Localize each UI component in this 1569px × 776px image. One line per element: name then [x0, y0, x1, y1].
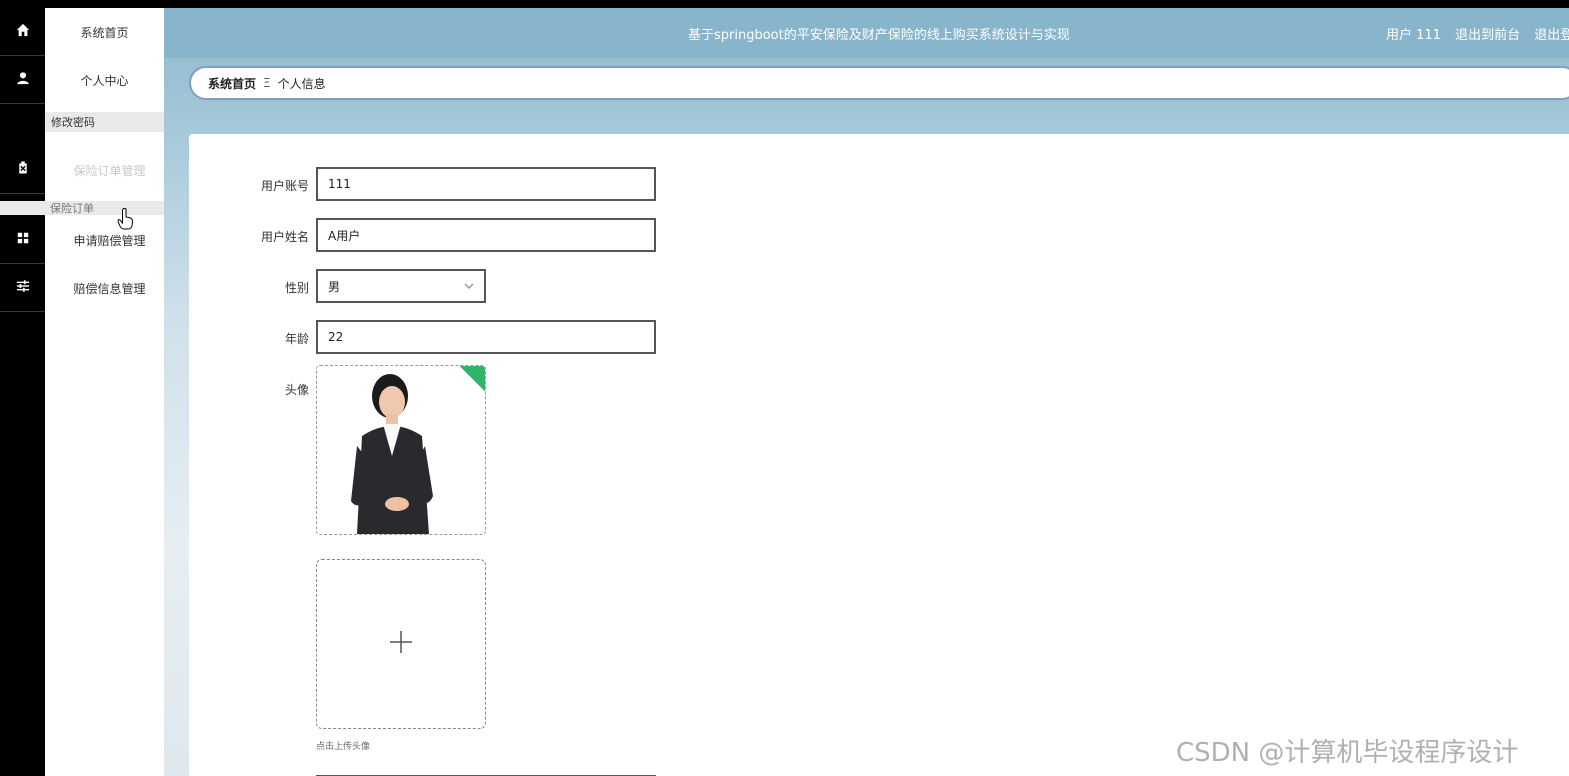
avatar-upload-area[interactable]	[316, 559, 486, 729]
account-input[interactable]: 111	[316, 167, 656, 201]
chevron-down-icon	[464, 280, 474, 294]
age-input[interactable]: 22	[316, 320, 656, 354]
clipboard-icon	[16, 160, 30, 179]
gender-label: 性别	[284, 281, 309, 295]
rail-claims[interactable]	[0, 216, 45, 264]
account-label: 用户账号	[260, 179, 309, 193]
menu-item-home[interactable]: 系统首页	[45, 8, 164, 56]
breadcrumb-current: 个人信息	[277, 76, 326, 91]
breadcrumb-separator: Ξ	[263, 76, 271, 90]
sliders-icon	[16, 278, 30, 297]
menu-item-compensation-management[interactable]: 赔偿信息管理	[45, 264, 164, 312]
gender-select[interactable]: 男	[316, 269, 486, 303]
menu-item-claim-management[interactable]: 申请赔偿管理	[45, 216, 164, 264]
sidebar-menu: 系统首页 个人中心 修改密码 保险订单管理 保险订单 申请赔偿管理 赔偿信息管理	[0, 8, 164, 776]
name-label: 用户姓名	[260, 230, 309, 244]
age-label: 年龄	[284, 332, 309, 346]
home-icon	[16, 22, 30, 41]
avatar-preview[interactable]	[316, 365, 486, 535]
grid-icon	[16, 230, 30, 249]
rail-home[interactable]	[0, 8, 45, 56]
icon-rail	[0, 8, 45, 776]
avatar-photo	[351, 374, 433, 534]
rail-compensation[interactable]	[0, 264, 45, 312]
system-title: 基于springboot的平安保险及财产保险的线上购买系统设计与实现	[688, 28, 1070, 43]
logout-link[interactable]: 退出登	[1534, 28, 1569, 43]
header-user-area: 用户 111 退出到前台 退出登	[1386, 24, 1569, 43]
main-area: 基于springboot的平安保险及财产保险的线上购买系统设计与实现 用户 11…	[164, 8, 1569, 776]
submenu-orders[interactable]: 保险订单	[0, 201, 164, 215]
top-strip	[0, 0, 1569, 8]
breadcrumb: 系统首页 Ξ 个人信息	[189, 66, 1569, 100]
current-user: 用户 111	[1386, 28, 1441, 43]
menu-item-personal-center[interactable]: 个人中心	[45, 56, 164, 104]
back-to-front-link[interactable]: 退出到前台	[1455, 28, 1520, 43]
plus-icon	[388, 629, 414, 659]
rail-orders[interactable]	[0, 146, 45, 194]
top-header: 基于springboot的平安保险及财产保险的线上购买系统设计与实现 用户 11…	[164, 8, 1569, 58]
rail-user[interactable]	[0, 56, 45, 104]
upload-tip: 点击上传头像	[316, 742, 371, 752]
avatar-label: 头像	[284, 383, 309, 397]
csdn-watermark: CSDN @计算机毕设程序设计	[1176, 738, 1519, 768]
profile-form-card: 用户账号 111 用户姓名 A用户 性别 男 年龄 22 头像 点击上传头像	[189, 134, 1569, 776]
user-icon	[16, 70, 30, 89]
submenu-change-password[interactable]: 修改密码	[45, 112, 164, 132]
breadcrumb-home[interactable]: 系统首页	[208, 75, 256, 92]
hand-pointer-cursor-icon	[117, 208, 135, 234]
name-input[interactable]: A用户	[316, 218, 656, 252]
gender-value: 男	[328, 279, 341, 294]
menu-item-order-management[interactable]: 保险订单管理	[45, 146, 164, 194]
